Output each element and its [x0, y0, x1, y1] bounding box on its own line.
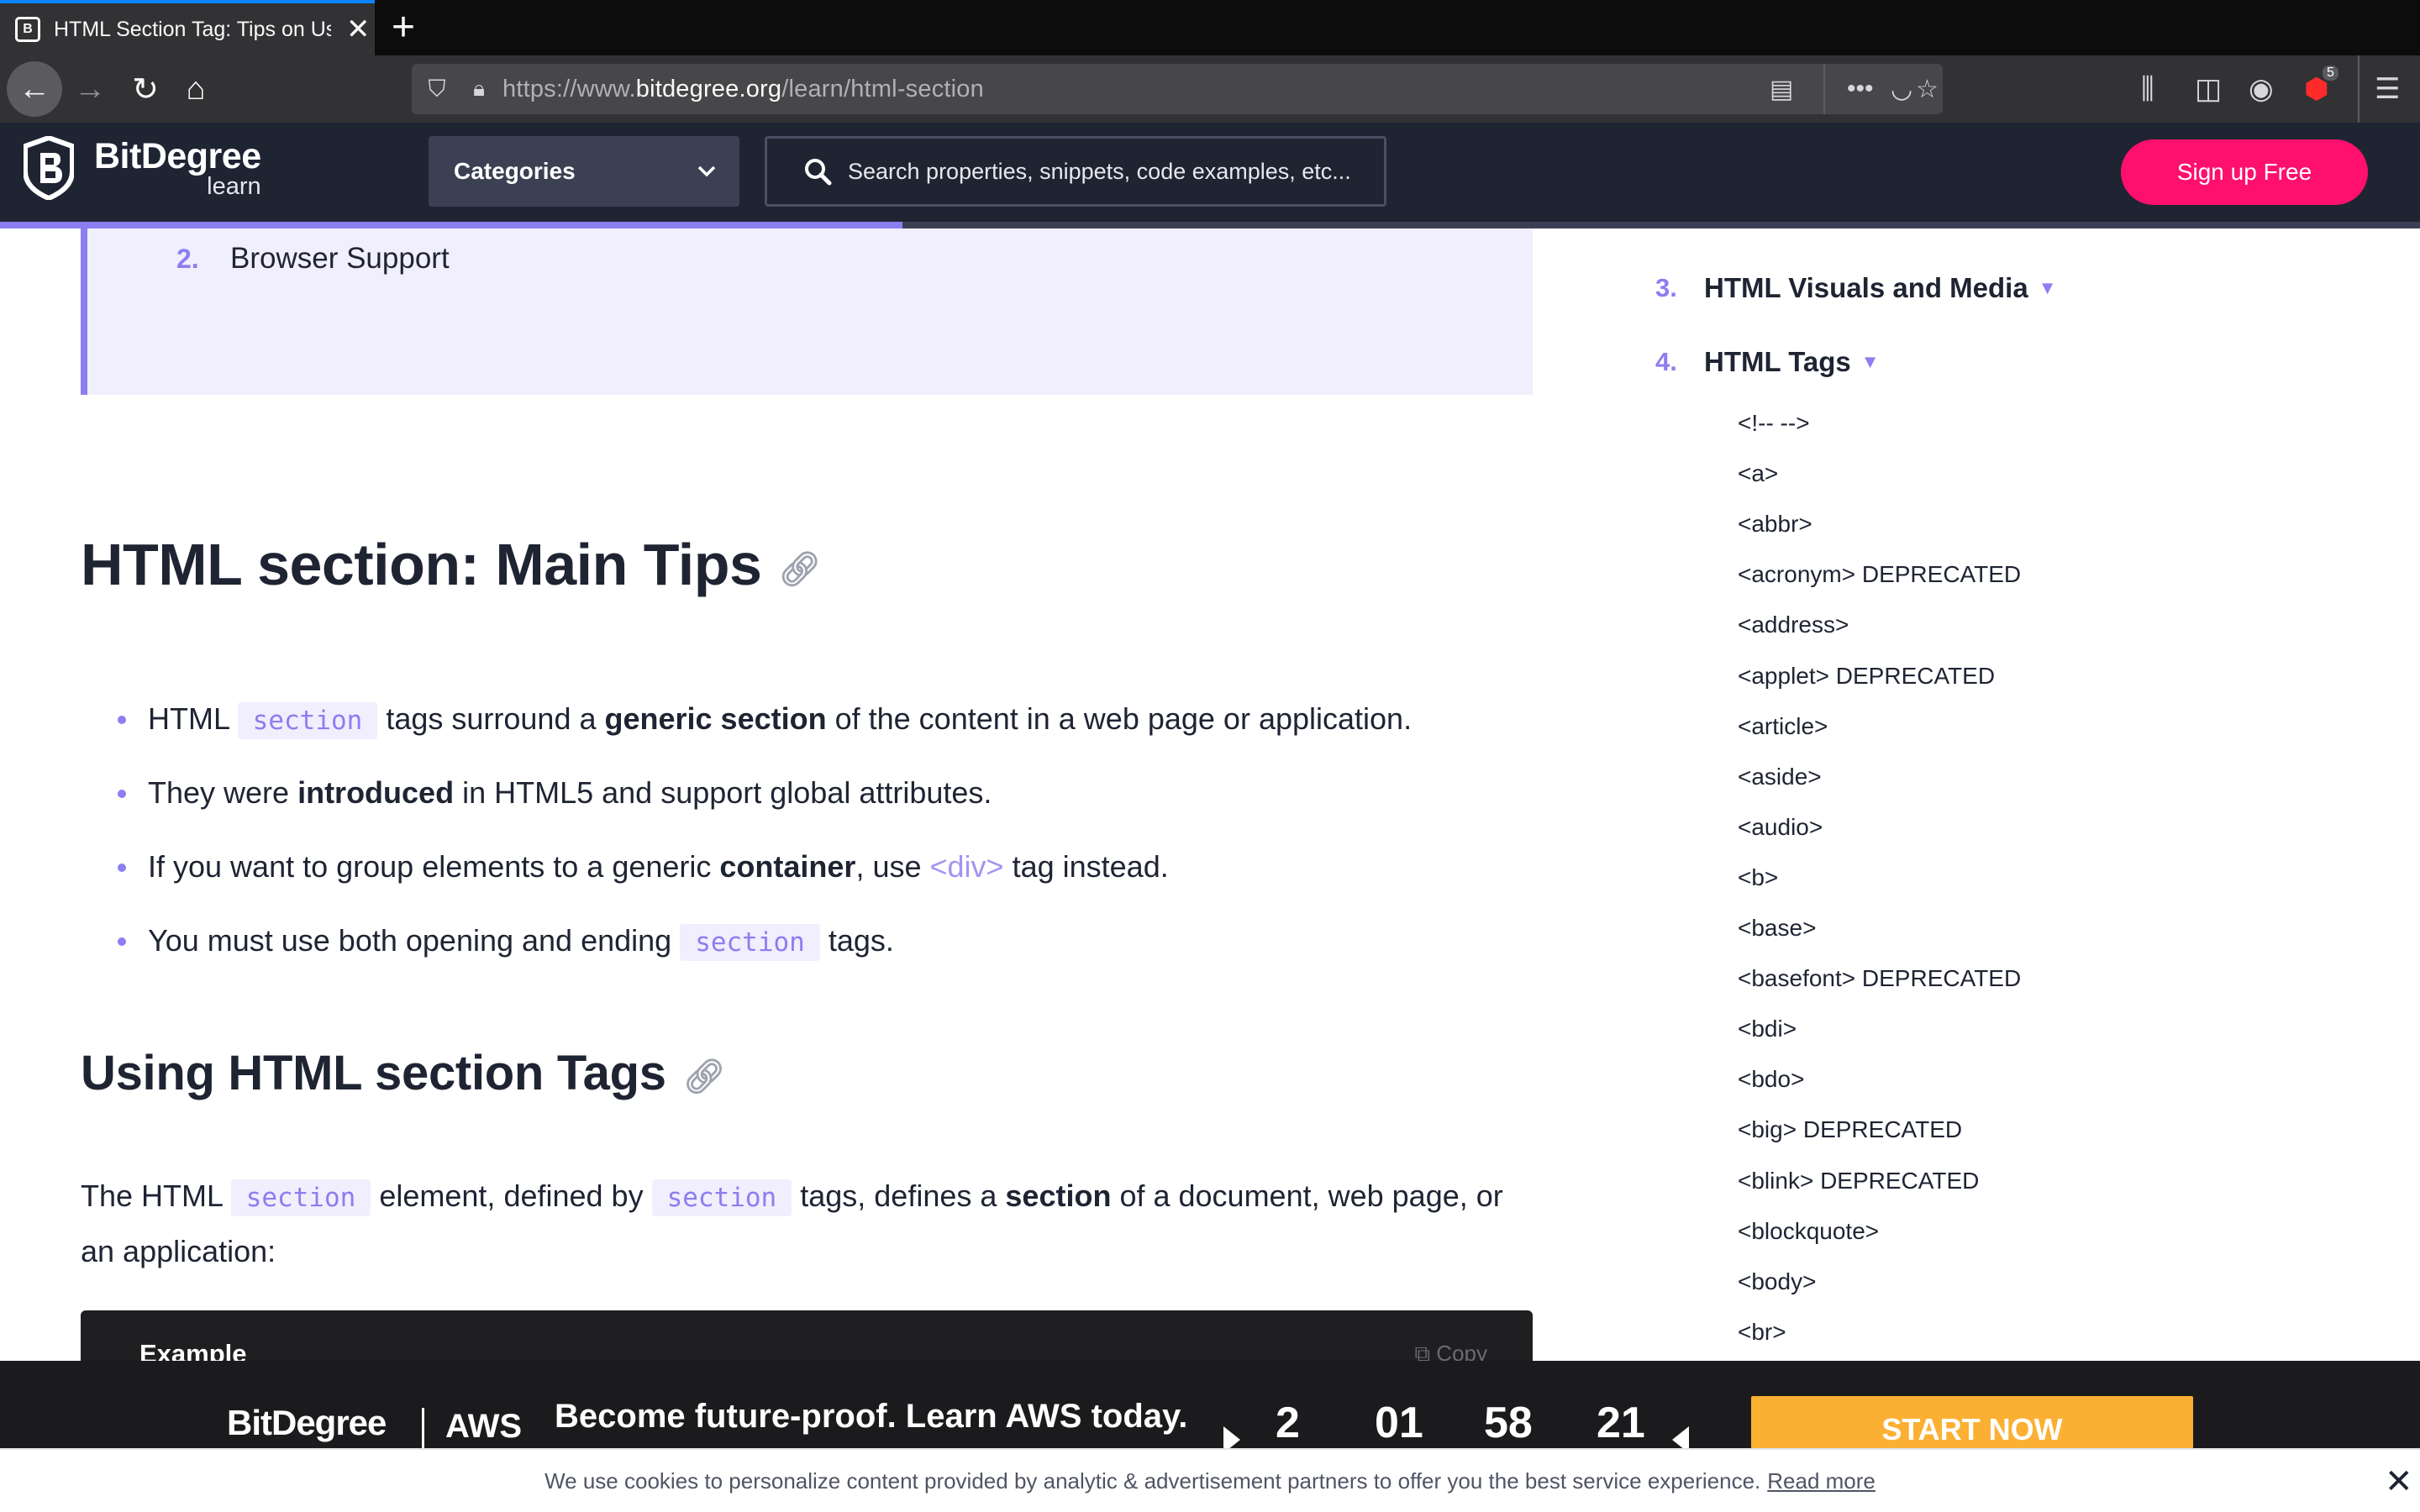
- page-actions-icon[interactable]: •••: [1847, 64, 1874, 114]
- site-search: [765, 136, 1386, 207]
- sidebar-item[interactable]: <article>: [1738, 713, 1828, 740]
- sidebar-item[interactable]: <blink> DEPRECATED: [1738, 1168, 1979, 1194]
- list-item: They were introduced in HTML5 and suppor…: [118, 768, 1546, 842]
- inline-code: section: [237, 702, 378, 739]
- chevron-down-icon: [697, 165, 716, 177]
- logo-brand: BitDegree: [94, 136, 261, 176]
- sidebar-item[interactable]: <!-- -->: [1738, 410, 1810, 437]
- sidebar-item[interactable]: <basefont> DEPRECATED: [1738, 965, 2021, 992]
- back-arrow-icon: ←: [7, 61, 62, 117]
- toc-number: 2.: [176, 244, 199, 274]
- close-tab-icon[interactable]: ✕: [346, 13, 371, 46]
- url-text: https://www.bitdegree.org/learn/html-sec…: [502, 75, 984, 102]
- countdown-seconds: 21: [1597, 1399, 1645, 1447]
- main-tips-list: HTML section tags surround a generic sec…: [118, 694, 1546, 990]
- sidebar-item[interactable]: <audio>: [1738, 814, 1823, 841]
- div-tag-link[interactable]: <div>: [930, 849, 1004, 884]
- sidebar-toggle-icon[interactable]: ◫: [2195, 55, 2222, 123]
- sidebar-item[interactable]: <body>: [1738, 1268, 1816, 1295]
- lock-icon[interactable]: 🔒︎: [462, 76, 496, 102]
- sidebar-item[interactable]: <base>: [1738, 915, 1816, 942]
- reading-progress-fill: [0, 222, 903, 228]
- sidebar-item[interactable]: <bdo>: [1738, 1066, 1804, 1093]
- heading-main-tips: HTML section: Main Tips 🔗︎: [81, 532, 821, 597]
- cookie-text: We use cookies to personalize content pr…: [544, 1467, 1761, 1494]
- address-bar[interactable]: ⛉ 🔒︎ https://www.bitdegree.org/learn/htm…: [412, 64, 1943, 114]
- bitdegree-shield-icon: [24, 136, 74, 200]
- sidebar-item[interactable]: <a>: [1738, 460, 1778, 487]
- urlbar-divider: [1823, 64, 1825, 114]
- chevron-down-icon: ▼: [2038, 277, 2057, 298]
- list-item: HTML section tags surround a generic sec…: [118, 694, 1546, 768]
- sidebar-item[interactable]: <blockquote>: [1738, 1218, 1879, 1245]
- sidebar-section-visuals-media[interactable]: 3. HTML Visuals and Media ▼: [1655, 272, 2057, 304]
- toolbar-divider: [2358, 55, 2360, 123]
- categories-dropdown[interactable]: Categories: [429, 136, 739, 207]
- menu-hamburger-icon[interactable]: ☰: [2375, 55, 2400, 123]
- forward-arrow-icon[interactable]: →: [60, 55, 119, 123]
- sidebar-section-html-tags[interactable]: 4. HTML Tags ▼: [1655, 346, 1880, 378]
- countdown-hours: 01: [1375, 1399, 1423, 1447]
- browser-tab-bar: B HTML Section Tag: Tips on Using It ✕ +: [0, 0, 2420, 55]
- sidebar-navigation: 3. HTML Visuals and Media ▼ 4. HTML Tags ▼ <…: [1647, 228, 2386, 1362]
- heading-using-section-tags: Using HTML section Tags 🔗︎: [81, 1046, 726, 1100]
- logo-sub: learn: [207, 173, 261, 200]
- inline-code: section: [230, 1179, 371, 1216]
- bitdegree-logo[interactable]: BitDegree learn: [24, 136, 261, 200]
- sidebar-item[interactable]: <b>: [1738, 864, 1778, 891]
- read-more-link[interactable]: Read more: [1767, 1468, 1876, 1494]
- close-icon[interactable]: ✕: [2385, 1465, 2413, 1499]
- sidebar-item[interactable]: <address>: [1738, 612, 1849, 638]
- sidebar-item[interactable]: <bdi>: [1738, 1016, 1797, 1042]
- section-description: The HTML section element, defined by sec…: [81, 1179, 1503, 1268]
- search-input[interactable]: [846, 157, 1367, 186]
- promo-message: Become future-proof. Learn AWS today.: [555, 1398, 1188, 1435]
- inline-code: section: [680, 924, 820, 961]
- extension-badge: 5: [2323, 66, 2338, 81]
- sidebar-item[interactable]: <applet> DEPRECATED: [1738, 663, 1995, 690]
- tab-title: HTML Section Tag: Tips on Using It: [54, 17, 331, 41]
- countdown-left-arrow-icon: [1223, 1426, 1240, 1449]
- bookmark-star-icon[interactable]: ☆: [1916, 64, 1939, 114]
- list-item: You must use both opening and ending sec…: [118, 916, 1546, 990]
- countdown-minutes: 58: [1484, 1399, 1533, 1447]
- cookie-notice: We use cookies to personalize content pr…: [0, 1448, 2420, 1512]
- new-tab-icon[interactable]: +: [392, 7, 415, 49]
- sidebar-item[interactable]: <abbr>: [1738, 511, 1812, 538]
- site-favicon-icon: B: [15, 17, 40, 42]
- back-button[interactable]: ←: [5, 55, 64, 123]
- toc-item-browser-support[interactable]: Browser Support: [230, 242, 450, 276]
- promo-brand: BitDegree: [227, 1403, 387, 1442]
- countdown-right-arrow-icon: [1672, 1426, 1689, 1449]
- table-of-contents: 2. Browser Support: [81, 228, 1533, 395]
- reading-progress-bar: [0, 222, 2420, 228]
- sign-up-button[interactable]: Sign up Free: [2121, 139, 2368, 205]
- sidebar-item[interactable]: <big> DEPRECATED: [1738, 1116, 1962, 1143]
- sidebar-item[interactable]: <aside>: [1738, 764, 1822, 790]
- promo-divider: [422, 1408, 424, 1449]
- anchor-link-icon[interactable]: 🔗︎: [778, 549, 821, 589]
- chevron-down-icon: ▼: [1860, 351, 1880, 372]
- countdown-days: 2: [1276, 1399, 1300, 1447]
- start-now-button[interactable]: START NOW: [1751, 1396, 2193, 1449]
- pocket-icon[interactable]: ◡: [1891, 64, 1912, 114]
- anchor-link-icon[interactable]: 🔗︎: [683, 1057, 726, 1096]
- site-header: BitDegree learn Categories Sign up Free: [0, 123, 2420, 222]
- browser-tab[interactable]: B HTML Section Tag: Tips on Using It ✕: [0, 0, 375, 55]
- sidebar-item[interactable]: <br>: [1738, 1319, 1786, 1346]
- library-icon[interactable]: ⫼: [2141, 55, 2154, 123]
- account-icon[interactable]: ◉: [2249, 55, 2274, 123]
- promo-banner: BitDegree AWS Become future-proof. Learn…: [0, 1361, 2420, 1449]
- reader-view-icon[interactable]: ▤: [1770, 64, 1793, 114]
- search-icon[interactable]: [792, 157, 843, 186]
- home-icon[interactable]: ⌂: [166, 55, 225, 123]
- logo-wordmark: BitDegree learn: [94, 136, 261, 200]
- categories-label: Categories: [454, 158, 576, 184]
- inline-code: section: [651, 1179, 792, 1216]
- list-item: If you want to group elements to a gener…: [118, 842, 1546, 916]
- promo-partner: AWS: [445, 1408, 523, 1445]
- tracking-shield-icon[interactable]: ⛉: [412, 76, 462, 103]
- sidebar-item[interactable]: <acronym> DEPRECATED: [1738, 561, 2021, 588]
- browser-toolbar: ← → ↻ ⌂ ⛉ 🔒︎ https://www.bitdegree.org/l…: [0, 55, 2420, 123]
